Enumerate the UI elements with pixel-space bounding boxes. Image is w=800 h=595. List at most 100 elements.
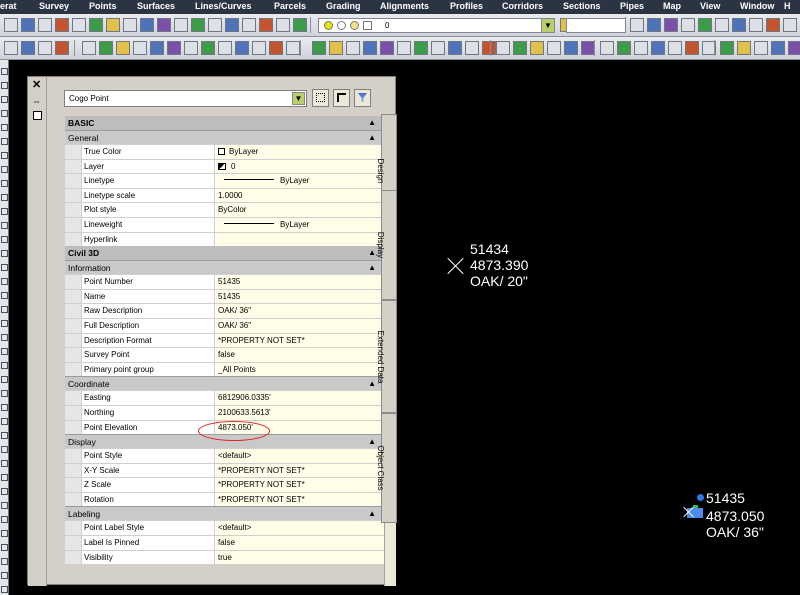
property-value[interactable]: *PROPERTY NOT SET* — [216, 492, 384, 507]
tool-icon[interactable] — [1, 68, 8, 75]
tool-icon[interactable] — [737, 41, 751, 55]
collapse-icon[interactable]: ▲ — [368, 116, 376, 130]
tool-icon[interactable] — [252, 41, 266, 55]
tool-icon[interactable] — [1, 96, 8, 103]
tool-icon[interactable] — [1, 502, 8, 509]
tool-icon[interactable] — [513, 41, 527, 55]
property-value[interactable]: 51435 — [216, 275, 384, 289]
property-row[interactable]: Primary point group _All Points — [65, 361, 384, 377]
tool-icon[interactable] — [754, 41, 768, 55]
point-marker-icon[interactable] — [684, 507, 694, 517]
quick-select-button[interactable] — [354, 89, 371, 107]
label-grip-icon[interactable] — [697, 494, 704, 501]
tool-icon[interactable] — [547, 41, 561, 55]
layer-control-dropdown[interactable]: 0 ▼ — [318, 18, 555, 33]
tool-icon[interactable] — [1, 82, 8, 89]
tool-icon[interactable] — [634, 41, 648, 55]
property-row[interactable]: Description Format *PROPERTY NOT SET* — [65, 332, 384, 348]
tool-icon[interactable] — [1, 306, 8, 313]
tool-icon[interactable] — [363, 41, 377, 55]
tool-icon[interactable] — [269, 41, 283, 55]
property-row[interactable]: Lineweight ByLayer — [65, 216, 384, 232]
tab-object-class[interactable]: Object Class — [376, 413, 397, 523]
tab-extended-data[interactable]: Extended Data — [376, 300, 397, 413]
tool-icon[interactable] — [201, 41, 215, 55]
property-value[interactable]: ByLayer — [216, 174, 384, 188]
tool-icon[interactable] — [397, 41, 411, 55]
tool-icon[interactable] — [55, 18, 69, 32]
menu-item[interactable]: Alignments — [380, 1, 429, 11]
tool-icon[interactable] — [55, 41, 69, 55]
tool-icon[interactable] — [380, 41, 394, 55]
tool-icon[interactable] — [116, 41, 130, 55]
menu-item[interactable]: View — [700, 1, 720, 11]
property-row[interactable]: Linetype scale 1.0000 — [65, 187, 384, 203]
property-value[interactable]: *PROPERTY NOT SET* — [216, 463, 384, 478]
tool-icon[interactable] — [749, 18, 763, 32]
property-row[interactable]: Visibility true — [65, 549, 384, 565]
property-row[interactable]: Label Is Pinned false — [65, 535, 384, 550]
tool-icon[interactable] — [783, 18, 797, 32]
tool-icon[interactable] — [1, 110, 8, 117]
tool-icon[interactable] — [1, 264, 8, 271]
tool-icon[interactable] — [1, 292, 8, 299]
group-header[interactable]: Information ▲ — [65, 260, 384, 275]
tool-icon[interactable] — [242, 18, 256, 32]
tab-display[interactable]: Display — [376, 190, 397, 300]
tool-icon[interactable] — [1, 138, 8, 145]
tool-icon[interactable] — [346, 41, 360, 55]
property-row[interactable]: Hyperlink — [65, 231, 384, 247]
property-row[interactable]: Survey Point false — [65, 347, 384, 362]
tool-icon[interactable] — [496, 41, 510, 55]
menu-item[interactable]: Grading — [326, 1, 361, 11]
property-value[interactable]: true — [216, 550, 384, 565]
tool-icon[interactable] — [685, 41, 699, 55]
object-type-dropdown[interactable]: Cogo Point ▼ — [64, 90, 307, 107]
tool-icon[interactable] — [312, 41, 326, 55]
collapse-icon[interactable]: ▲ — [368, 261, 376, 275]
property-row[interactable]: Z Scale *PROPERTY NOT SET* — [65, 477, 384, 492]
tool-icon[interactable] — [1, 348, 8, 355]
tool-icon[interactable] — [1, 586, 8, 593]
property-value[interactable]: *PROPERTY NOT SET* — [216, 333, 384, 348]
menu-item[interactable]: Sections — [563, 1, 601, 11]
property-row[interactable]: Plot style ByColor — [65, 202, 384, 217]
tool-icon[interactable] — [647, 18, 661, 32]
tool-icon[interactable] — [184, 41, 198, 55]
tool-icon[interactable] — [208, 18, 222, 32]
section-header[interactable]: BASIC ▲ — [65, 116, 384, 130]
property-value[interactable]: _All Points — [216, 362, 384, 377]
tool-icon[interactable] — [1, 376, 8, 383]
tool-icon[interactable] — [276, 18, 290, 32]
menu-item[interactable]: Profiles — [450, 1, 483, 11]
tool-icon[interactable] — [72, 18, 86, 32]
tool-icon[interactable] — [1, 460, 8, 467]
tool-icon[interactable] — [218, 41, 232, 55]
auto-hide-icon[interactable]: ⇔ — [32, 96, 41, 106]
menu-item[interactable]: Parcels — [274, 1, 306, 11]
tool-icon[interactable] — [1, 320, 8, 327]
tool-icon[interactable] — [1, 558, 8, 565]
menu-item[interactable]: Corridors — [502, 1, 543, 11]
tool-icon[interactable] — [431, 41, 445, 55]
tool-icon[interactable] — [82, 41, 96, 55]
property-value[interactable]: ByColor — [216, 203, 384, 217]
tool-icon[interactable] — [1, 180, 8, 187]
tool-icon[interactable] — [225, 18, 239, 32]
collapse-icon[interactable]: ▲ — [368, 507, 376, 521]
chevron-down-icon[interactable]: ▼ — [541, 19, 554, 32]
tool-icon[interactable] — [329, 41, 343, 55]
tool-icon[interactable] — [720, 41, 734, 55]
tool-icon[interactable] — [1, 250, 8, 257]
property-row[interactable]: Name 51435 — [65, 288, 384, 304]
tool-icon[interactable] — [106, 18, 120, 32]
tool-icon[interactable] — [1, 152, 8, 159]
tool-icon[interactable] — [133, 41, 147, 55]
property-row[interactable]: X-Y Scale *PROPERTY NOT SET* — [65, 462, 384, 478]
section-header[interactable]: Civil 3D ▲ — [65, 246, 384, 261]
group-header[interactable]: Labeling ▲ — [65, 506, 384, 521]
property-row[interactable]: Full Description OAK/ 36" — [65, 317, 384, 333]
tool-icon[interactable] — [1, 278, 8, 285]
toggle-pickadd-button[interactable] — [312, 89, 329, 107]
menu-item[interactable]: Window — [740, 1, 774, 11]
